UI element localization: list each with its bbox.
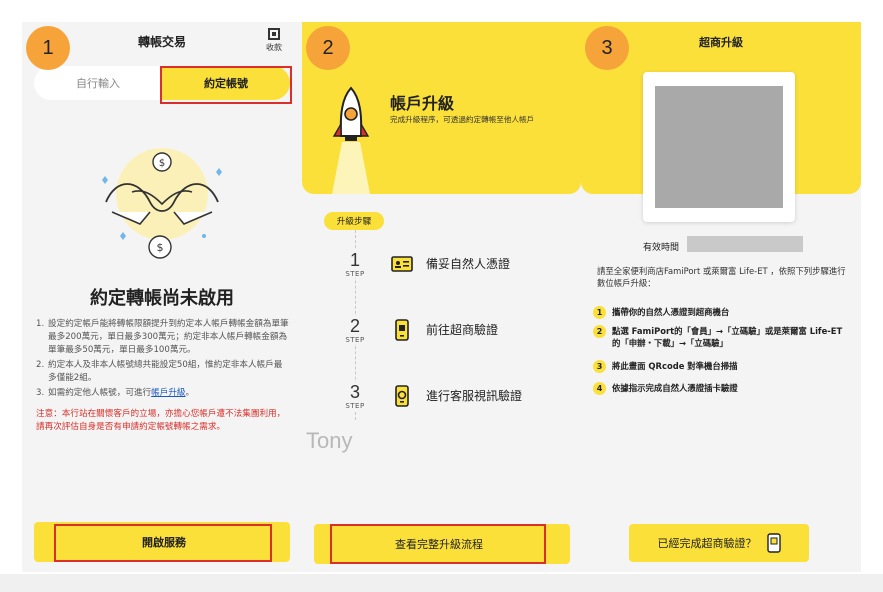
transfer-panel: 1 轉帳交易 收款 自行輸入 約定帳號 $ $ 約定轉帳尚未啟用 1. 設定約定… — [22, 22, 302, 572]
upgrade-steps-pill: 升級步驟 — [324, 212, 384, 230]
step-dot: 4 — [593, 382, 606, 395]
tab-manual-input[interactable]: 自行輸入 — [34, 66, 162, 100]
highlight-box-button — [330, 524, 546, 564]
list-item-prefix: 如需約定他人帳號，可進行 — [48, 388, 152, 398]
phone-qrcode-icon — [395, 319, 409, 341]
highlight-box-button — [54, 524, 272, 562]
store-verified-label: 已經完成超商驗證？ — [657, 537, 757, 550]
step-word: STEP — [345, 270, 365, 278]
store-verified-button[interactable]: 已經完成超商驗證？ — [629, 524, 809, 562]
step-text: 點選 FamiPort的「會員」→「立碼驗」或是萊爾富 Life-ET的「申辦・… — [612, 326, 843, 348]
step-dot: 1 — [593, 306, 606, 319]
highlight-box-tab — [160, 66, 292, 104]
upgrade-title: 帳戶升級 — [390, 94, 455, 113]
phone-icon — [766, 533, 781, 553]
terms-list: 1. 設定約定帳戶能將轉帳限額提升到約定本人帳戶轉帳金額為單筆最多200萬元，單… — [36, 318, 290, 402]
valid-time-label: 有效時間 — [643, 243, 680, 253]
step-text: 前往超商驗證 — [426, 323, 499, 337]
account-upgrade-panel: 帳戶升級 完成升級程序，可透過約定轉帳至他人帳戶 2 升級步驟 1 STEP 備… — [302, 22, 581, 572]
valid-time-value-redacted — [687, 236, 803, 252]
id-card-icon — [391, 256, 413, 272]
store-upgrade-panel: 超商升級 3 有效時間 請至全家便利商店FamiPort 或萊爾富 Life-E… — [581, 22, 861, 572]
step-badge-1: 1 — [26, 26, 70, 70]
store-step-1: 1 攜帶你的自然人憑證到超商機台 — [593, 306, 849, 319]
qrcode-card — [643, 72, 795, 222]
step-number: 2 STEP — [332, 316, 378, 344]
list-item-text: 如需約定他人帳號，可進行帳戶升級。 — [48, 387, 194, 400]
warning-notice: 注意：本行站在關懷客戶的立場，亦擔心您帳戶遭不法集團利用，請再次評估自身是否有申… — [36, 409, 286, 432]
step-dot: 2 — [593, 325, 606, 338]
list-item-text: 設定約定帳戶能將轉帳限額提升到約定本人帳戶轉帳金額為單筆最多200萬元，單日最多… — [48, 319, 289, 355]
step-number-value: 1 — [349, 250, 360, 270]
list-item: 2. 約定本人及非本人帳號總共能設定50組，惟約定非本人帳戶最多僅能2組。 — [36, 359, 290, 385]
receive-label: 收款 — [266, 43, 282, 52]
step-word: STEP — [345, 402, 365, 410]
step-number-value: 2 — [349, 316, 360, 336]
store-step-4: 4 依據指示完成自然人憑證插卡驗證 — [593, 382, 849, 395]
list-item-text: 約定本人及非本人帳號總共能設定50組，惟約定非本人帳戶最多僅能2組。 — [48, 360, 283, 383]
step-number: 1 STEP — [332, 250, 378, 278]
list-item-number: 1. — [36, 319, 45, 329]
upgrade-step-2: 2 STEP 前往超商驗證 — [332, 316, 572, 366]
list-item-number: 2. — [36, 360, 45, 370]
watermark-text: Tony — [306, 428, 353, 453]
step-badge-3: 3 — [585, 26, 629, 70]
step-number-value: 3 — [349, 382, 360, 402]
step-text: 備妥自然人憑證 — [426, 257, 511, 271]
svg-text:$: $ — [157, 241, 164, 254]
svg-text:$: $ — [159, 158, 165, 169]
step-text: 攜帶你的自然人憑證到超商機台 — [612, 307, 730, 317]
qrcode-icon — [268, 28, 280, 40]
qrcode-placeholder — [655, 86, 783, 208]
step-text: 進行客服視訊驗證 — [426, 389, 523, 403]
service-inactive-heading: 約定轉帳尚未啟用 — [90, 288, 234, 309]
rocket-icon — [332, 86, 370, 194]
store-step-3: 3 將此畫面 QRcode 對準機台掃描 — [593, 360, 849, 373]
upgrade-subtitle: 完成升級程序，可透過約定轉帳至他人帳戶 — [390, 115, 535, 124]
store-instructions-intro: 請至全家便利商店FamiPort 或萊爾富 Life-ET ，依照下列步驟進行數… — [597, 266, 846, 288]
receive-qr-button[interactable]: 收款 — [264, 28, 284, 53]
pinky-promise-illustration: $ $ — [102, 148, 222, 259]
step-badge-2: 2 — [306, 26, 350, 70]
list-item-number: 3. — [36, 388, 45, 398]
step-number: 3 STEP — [332, 382, 378, 410]
list-item: 3. 如需約定他人帳號，可進行帳戶升級。 — [36, 387, 290, 400]
screenshot-stage: 1 轉帳交易 收款 自行輸入 約定帳號 $ $ 約定轉帳尚未啟用 1. 設定約定… — [0, 0, 883, 592]
list-item: 1. 設定約定帳戶能將轉帳限額提升到約定本人帳戶轉帳金額為單筆最多200萬元，單… — [36, 318, 290, 357]
store-step-2: 2 點選 FamiPort的「會員」→「立碼驗」或是萊爾富 Life-ET的「申… — [593, 325, 849, 349]
upgrade-step-1: 1 STEP 備妥自然人憑證 — [332, 250, 572, 300]
list-item-suffix: 。 — [185, 388, 195, 398]
video-call-phone-icon — [395, 385, 409, 407]
step-word: STEP — [345, 336, 365, 344]
step-text: 將此畫面 QRcode 對準機台掃描 — [612, 361, 738, 371]
step-dot: 3 — [593, 360, 606, 373]
step-text: 依據指示完成自然人憑證插卡驗證 — [612, 383, 738, 393]
bottom-strip — [0, 574, 883, 592]
upgrade-step-3: 3 STEP 進行客服視訊驗證 — [332, 382, 572, 432]
account-upgrade-link[interactable]: 帳戶升級 — [151, 388, 185, 398]
